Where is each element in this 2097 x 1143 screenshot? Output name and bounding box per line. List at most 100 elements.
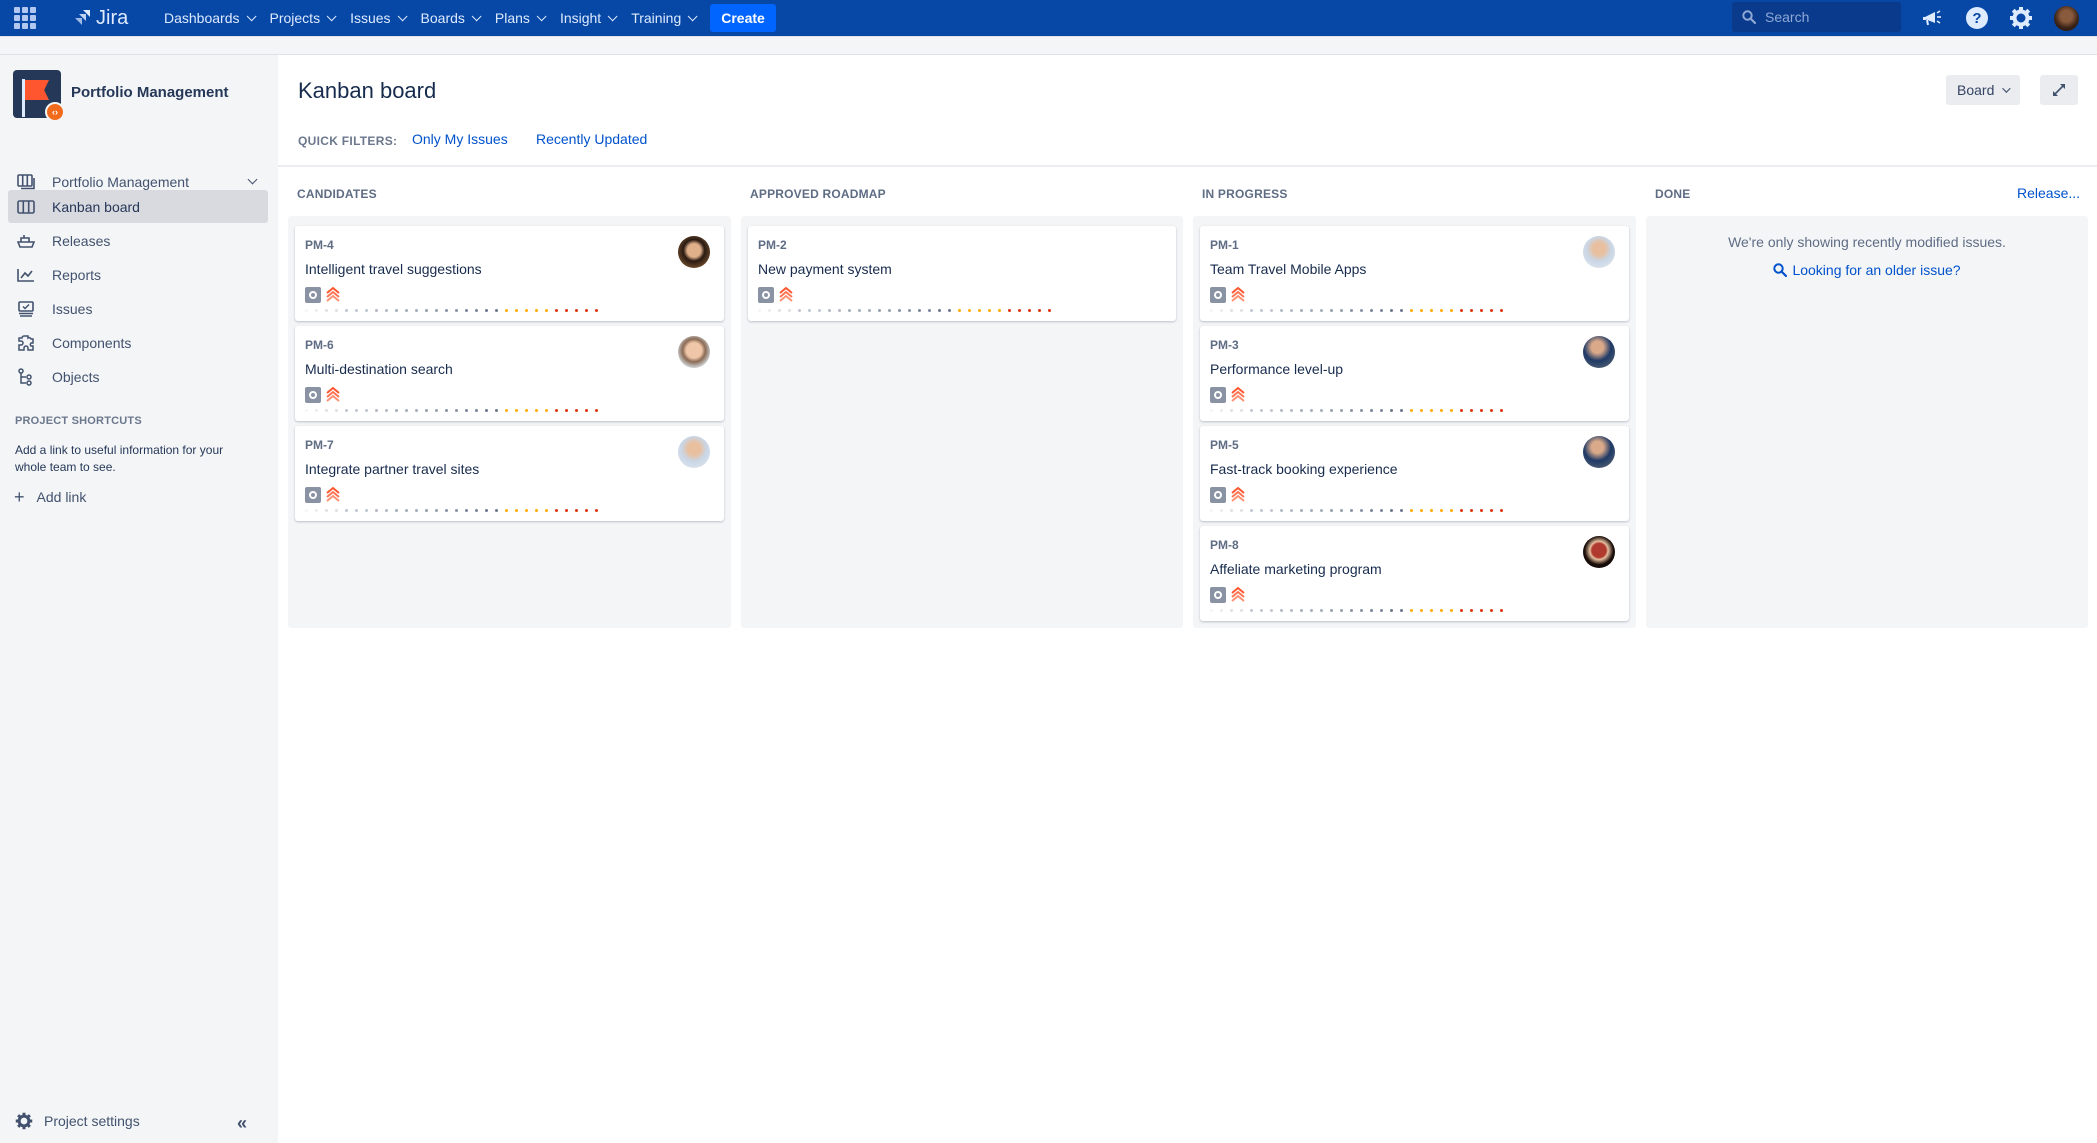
day-dot <box>1480 409 1483 412</box>
day-dot <box>1220 509 1223 512</box>
day-dot <box>535 309 538 312</box>
collapse-sidebar-icon[interactable]: « <box>237 1113 247 1134</box>
issue-card-pm-3[interactable]: PM-3 Performance level-up <box>1200 326 1629 421</box>
assignee-avatar[interactable] <box>678 436 710 468</box>
day-dot <box>1420 309 1423 312</box>
project-avatar[interactable]: ‹› <box>13 70 65 122</box>
day-dot <box>1250 309 1253 312</box>
issue-key[interactable]: PM-5 <box>1210 438 1239 452</box>
day-dot <box>1370 409 1373 412</box>
issue-key[interactable]: PM-8 <box>1210 538 1239 552</box>
nav-issues[interactable]: Issues <box>350 10 408 26</box>
issue-card-pm-5[interactable]: PM-5 Fast-track booking experience <box>1200 426 1629 521</box>
help-icon[interactable]: ? <box>1964 5 1990 31</box>
day-dot <box>1500 609 1503 612</box>
day-dot <box>355 309 358 312</box>
days-in-column-indicator <box>1210 509 1510 512</box>
issue-key[interactable]: PM-7 <box>305 438 334 452</box>
day-dot <box>575 409 578 412</box>
epic-type-icon <box>1210 387 1226 403</box>
create-button[interactable]: Create <box>710 4 776 32</box>
sidebar-item-kanban-board[interactable]: Kanban board <box>8 190 268 223</box>
sidebar-item-label: Components <box>52 334 132 351</box>
app-switcher-icon[interactable] <box>14 7 36 29</box>
release-link[interactable]: Release... <box>2017 185 2080 201</box>
assignee-avatar[interactable] <box>1583 536 1615 568</box>
day-dot <box>475 409 478 412</box>
notifications-icon[interactable] <box>1920 5 1946 31</box>
day-dot <box>1450 509 1453 512</box>
quick-filter-only-my-issues[interactable]: Only My Issues <box>412 131 508 147</box>
sidebar-item-label: Releases <box>52 232 111 249</box>
day-dot <box>395 309 398 312</box>
day-dot <box>1230 609 1233 612</box>
issue-summary: Integrate partner travel sites <box>305 461 480 477</box>
day-dot <box>898 309 901 312</box>
sidebar-item-releases[interactable]: Releases <box>8 224 268 257</box>
assignee-avatar[interactable] <box>1583 436 1615 468</box>
day-dot <box>1048 309 1051 312</box>
issue-key[interactable]: PM-3 <box>1210 338 1239 352</box>
board-menu-button[interactable]: Board <box>1946 75 2020 105</box>
day-dot <box>555 309 558 312</box>
nav-boards[interactable]: Boards <box>421 10 482 26</box>
day-dot <box>888 309 891 312</box>
add-link-button[interactable]: + Add link <box>14 488 86 506</box>
project-settings-link[interactable]: Project settings <box>15 1112 140 1130</box>
issue-key[interactable]: PM-4 <box>305 238 334 252</box>
fullscreen-button[interactable] <box>2040 75 2078 105</box>
day-dot <box>1210 609 1213 612</box>
issue-card-pm-4[interactable]: PM-4 Intelligent travel suggestions <box>295 226 724 321</box>
older-issue-link[interactable]: Looking for an older issue? <box>1646 262 2088 278</box>
jira-logo[interactable]: Jira <box>74 5 128 31</box>
nav-training[interactable]: Training <box>631 10 698 26</box>
sidebar-item-reports[interactable]: Reports <box>8 258 268 291</box>
flag-pole <box>22 79 25 117</box>
assignee-avatar[interactable] <box>678 336 710 368</box>
issue-key[interactable]: PM-1 <box>1210 238 1239 252</box>
issue-card-pm-8[interactable]: PM-8 Affeliate marketing program <box>1200 526 1629 621</box>
search-input[interactable]: Search <box>1732 2 1901 32</box>
issue-summary: Intelligent travel suggestions <box>305 261 482 277</box>
day-dot <box>1290 409 1293 412</box>
nav-insight[interactable]: Insight <box>560 10 618 26</box>
sub-header-strip <box>0 36 2097 55</box>
day-dot <box>1400 309 1403 312</box>
quick-filter-recently-updated[interactable]: Recently Updated <box>536 131 647 147</box>
issue-card-pm-1[interactable]: PM-1 Team Travel Mobile Apps <box>1200 226 1629 321</box>
days-in-column-indicator <box>1210 309 1510 312</box>
assignee-avatar[interactable] <box>1583 236 1615 268</box>
day-dot <box>305 409 308 412</box>
nav-projects[interactable]: Projects <box>270 10 337 26</box>
assignee-avatar[interactable] <box>678 236 710 268</box>
quick-filters-label: QUICK FILTERS: <box>298 134 398 148</box>
assignee-avatar[interactable] <box>1583 336 1615 368</box>
day-dot <box>455 409 458 412</box>
day-dot <box>1240 509 1243 512</box>
sidebar-item-issues[interactable]: Issues <box>8 292 268 325</box>
user-avatar[interactable] <box>2054 6 2079 31</box>
issue-card-pm-2[interactable]: PM-2 New payment system <box>748 226 1176 321</box>
issue-key[interactable]: PM-6 <box>305 338 334 352</box>
nav-dashboards[interactable]: Dashboards <box>164 10 257 26</box>
issue-summary: Affeliate marketing program <box>1210 561 1382 577</box>
issue-card-pm-7[interactable]: PM-7 Integrate partner travel sites <box>295 426 724 521</box>
day-dot <box>375 309 378 312</box>
day-dot <box>575 309 578 312</box>
nav-plans[interactable]: Plans <box>495 10 547 26</box>
day-dot <box>1440 409 1443 412</box>
issue-card-pm-6[interactable]: PM-6 Multi-destination search <box>295 326 724 421</box>
day-dot <box>425 409 428 412</box>
day-dot <box>1300 309 1303 312</box>
day-dot <box>355 409 358 412</box>
day-dot <box>998 309 1001 312</box>
project-shortcuts-description: Add a link to useful information for you… <box>15 443 224 474</box>
sidebar-item-label: Objects <box>52 368 100 385</box>
settings-icon[interactable] <box>2008 5 2034 31</box>
sidebar-item-objects[interactable]: Objects <box>8 360 268 393</box>
epic-type-icon <box>1210 587 1226 603</box>
day-dot <box>1300 609 1303 612</box>
sidebar-item-components[interactable]: Components <box>8 326 268 359</box>
issue-key[interactable]: PM-2 <box>758 238 787 252</box>
day-dot <box>1290 509 1293 512</box>
